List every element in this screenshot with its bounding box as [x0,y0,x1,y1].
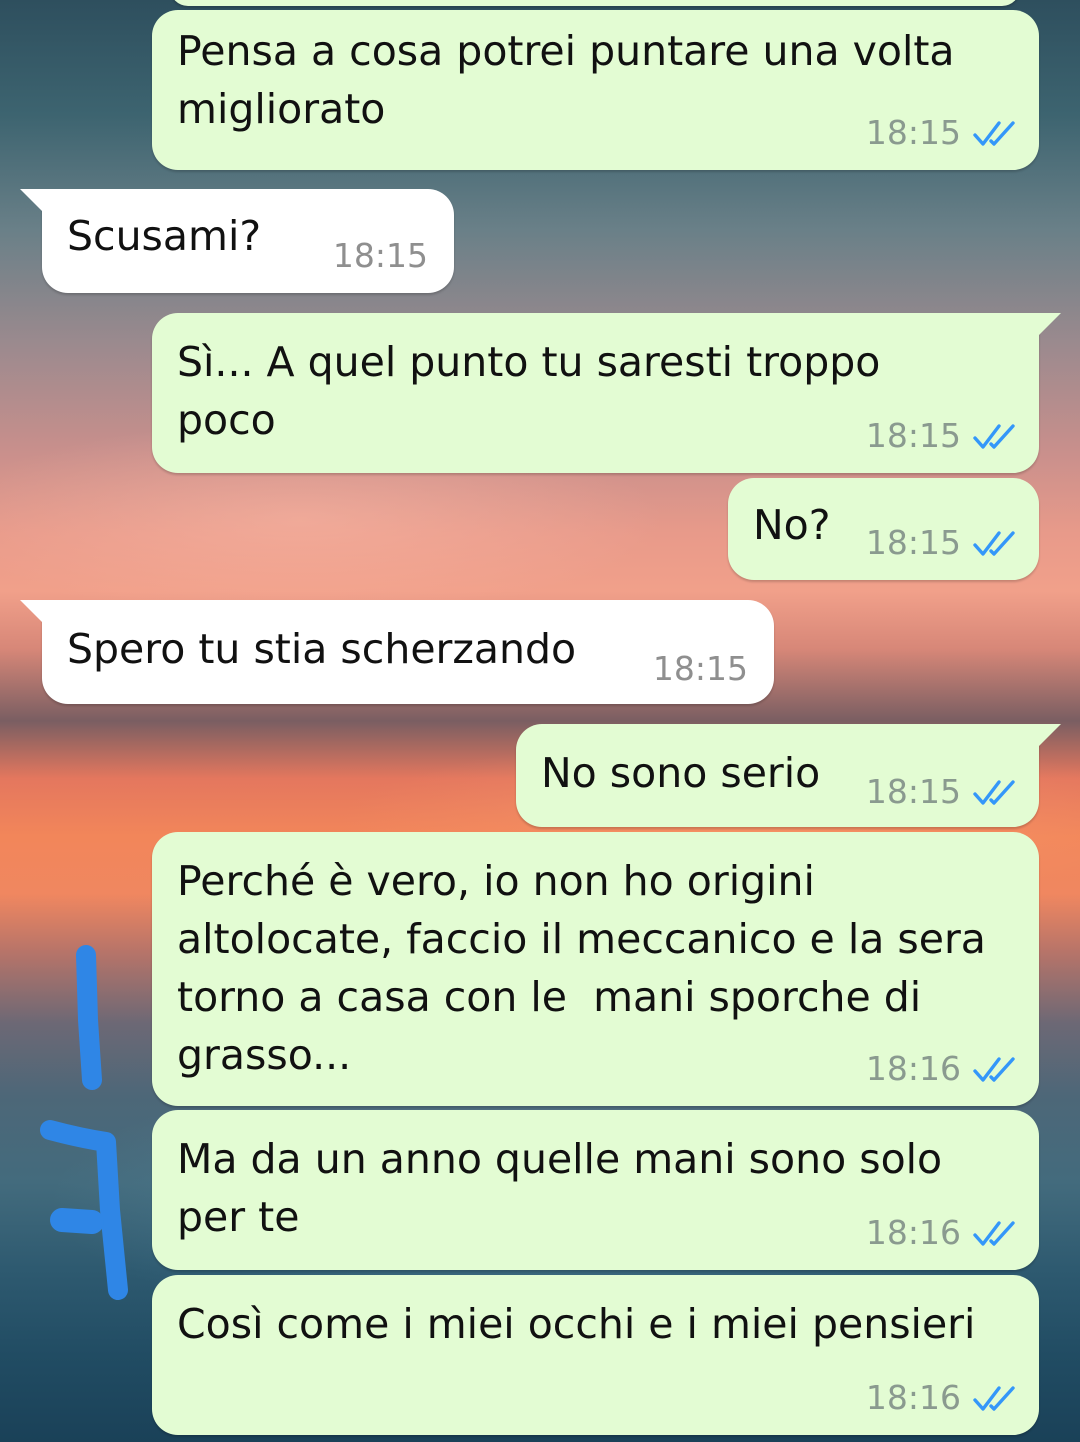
message-bubble-incoming[interactable]: Scusami? 18:15 [20,189,454,293]
message-meta: 18:15 [866,523,1017,562]
double-check-read-icon [973,1385,1015,1411]
message-bubble-outgoing[interactable]: No? 18:15 [728,478,1039,580]
message-time: 18:16 [865,1049,961,1088]
message-bubble-outgoing[interactable]: Perché è vero, io non ho origini altoloc… [152,832,1039,1106]
bubble-tail [1039,313,1061,335]
message-text: Spero tu stia scherzando [67,625,577,673]
message-time: 18:16 [865,1213,961,1252]
message-bubble-outgoing[interactable]: Così come i miei occhi e i miei pensieri… [152,1275,1039,1435]
message-meta: 18:15 [866,772,1017,811]
message-time: 18:15 [652,649,748,688]
double-check-read-icon [973,423,1015,449]
chat-message-list[interactable]: Pensa a cosa potrei puntare una volta mi… [0,0,1080,1442]
message-text: Ma da un anno quelle mani sono solo per … [177,1135,943,1241]
message-meta: 18:16 [866,1049,1017,1088]
double-check-read-icon [973,779,1015,805]
message-text: Sì... A quel punto tu saresti troppo poc… [177,338,881,444]
message-meta: 18:15 [866,416,1017,455]
message-text: No? [753,501,831,549]
message-time: 18:15 [865,523,961,562]
message-meta: 18:15 [653,649,748,688]
double-check-read-icon [973,530,1015,556]
message-meta: 18:16 [866,1378,1017,1417]
double-check-read-icon [973,1056,1015,1082]
message-time: 18:15 [332,236,428,275]
double-check-read-icon [973,1220,1015,1246]
message-text: Pensa a cosa potrei puntare una volta mi… [177,27,955,133]
message-time: 18:15 [865,772,961,811]
previous-message-bubble-edge[interactable] [170,0,1020,6]
message-meta: 18:15 [333,236,428,275]
message-text: No sono serio [541,749,821,797]
message-time: 18:16 [865,1378,961,1417]
bubble-tail [20,189,42,211]
message-bubble-outgoing[interactable]: No sono serio 18:15 [516,724,1061,827]
message-text: Perché è vero, io non ho origini altoloc… [177,857,986,1079]
message-bubble-outgoing[interactable]: Sì... A quel punto tu saresti troppo poc… [152,313,1061,473]
bubble-tail [20,600,42,622]
message-meta: 18:16 [866,1213,1017,1252]
message-bubble-outgoing[interactable]: Pensa a cosa potrei puntare una volta mi… [152,10,1039,170]
message-text: Così come i miei occhi e i miei pensieri [177,1300,976,1348]
message-bubble-outgoing[interactable]: Ma da un anno quelle mani sono solo per … [152,1110,1039,1270]
bubble-tail [1039,724,1061,746]
message-time: 18:15 [865,416,961,455]
message-meta: 18:15 [866,113,1017,152]
message-time: 18:15 [865,113,961,152]
double-check-read-icon [973,120,1015,146]
message-text: Scusami? [67,212,262,260]
message-bubble-incoming[interactable]: Spero tu stia scherzando 18:15 [20,600,774,704]
